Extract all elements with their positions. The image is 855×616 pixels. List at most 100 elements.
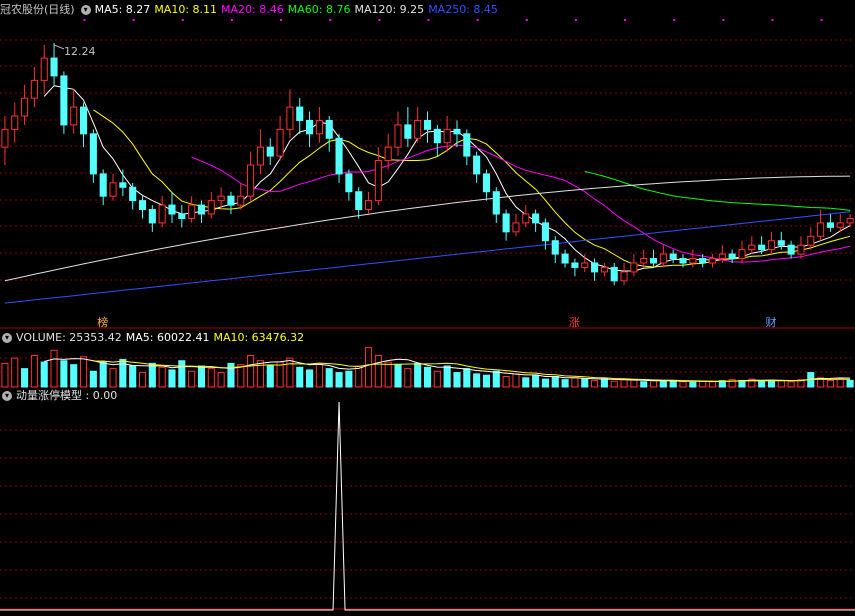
ma5-line bbox=[43, 85, 851, 272]
volume-bar bbox=[247, 355, 255, 388]
candle-body bbox=[217, 195, 225, 202]
ma60-line bbox=[584, 171, 851, 211]
volume-bar bbox=[502, 376, 510, 388]
candle-body bbox=[227, 195, 235, 206]
volume-bar bbox=[89, 370, 97, 388]
volume-bar bbox=[620, 379, 628, 388]
volume-bar bbox=[70, 364, 78, 388]
chevron-down-icon[interactable]: ▾ bbox=[2, 333, 12, 343]
candle-body bbox=[70, 106, 78, 126]
max-price-label: 12.24 bbox=[64, 45, 96, 58]
volume-bar bbox=[1, 362, 9, 388]
volume-bar bbox=[591, 379, 599, 388]
ma10-label: MA10: 8.11 bbox=[154, 3, 218, 16]
volume-ma10-line bbox=[93, 360, 851, 382]
candle-body bbox=[325, 119, 333, 139]
volume-bar bbox=[640, 381, 648, 388]
candle-body bbox=[640, 258, 648, 264]
signal-dot bbox=[624, 19, 627, 21]
candle-body bbox=[296, 106, 304, 121]
candle-body bbox=[620, 271, 628, 282]
chevron-down-icon[interactable]: ▾ bbox=[80, 5, 91, 15]
candle-body bbox=[315, 119, 323, 135]
volume-bar bbox=[699, 380, 707, 388]
volume-bar bbox=[836, 378, 844, 388]
max-price-pointer bbox=[53, 44, 65, 50]
candle-body bbox=[40, 57, 48, 81]
ma60-label: MA60: 8.76 bbox=[287, 3, 351, 16]
candle-body bbox=[610, 266, 618, 282]
candle-body bbox=[188, 204, 196, 219]
chevron-down-icon[interactable]: ▾ bbox=[2, 391, 12, 401]
candle-body bbox=[433, 128, 441, 144]
candle-body bbox=[1, 128, 9, 148]
volume-bar bbox=[482, 374, 491, 388]
candle-body bbox=[99, 173, 107, 197]
ma10-line bbox=[93, 109, 851, 268]
candle-body bbox=[286, 106, 294, 130]
volume-bar bbox=[296, 366, 304, 388]
volume-bar bbox=[188, 370, 196, 388]
candle-body bbox=[512, 222, 520, 233]
event-marker: 涨 bbox=[569, 316, 580, 329]
event-marker: 榜 bbox=[97, 315, 108, 329]
volume-bar bbox=[679, 381, 687, 388]
volume-bar bbox=[11, 357, 19, 388]
candle-body bbox=[817, 222, 825, 237]
signal-dot bbox=[230, 19, 233, 21]
candle-body bbox=[109, 182, 117, 197]
candle-body bbox=[699, 258, 707, 264]
candle-body bbox=[21, 97, 29, 117]
volume-bar bbox=[404, 368, 412, 388]
candle-body bbox=[473, 155, 481, 175]
signal-dot bbox=[427, 19, 430, 21]
volume-bar bbox=[659, 380, 667, 388]
candle-body bbox=[689, 258, 697, 264]
volume-bar bbox=[581, 378, 589, 388]
signal-dot bbox=[329, 19, 332, 21]
volume-bar bbox=[374, 355, 382, 388]
volume-bar bbox=[256, 360, 264, 388]
candle-body bbox=[345, 173, 353, 193]
candle-body bbox=[374, 160, 382, 202]
candle-body bbox=[79, 106, 88, 135]
candle-body bbox=[797, 244, 805, 255]
signal-dot bbox=[378, 19, 381, 21]
candle-body bbox=[767, 240, 776, 251]
volume-bar bbox=[197, 365, 206, 388]
volume-bar bbox=[227, 362, 235, 388]
volume-header: ▾ VOLUME: 25353.42 MA5: 60022.41 MA10: 6… bbox=[0, 331, 308, 345]
volume-bar bbox=[315, 362, 323, 388]
volume-bar bbox=[168, 369, 176, 388]
candle-body bbox=[60, 75, 68, 126]
candle-body bbox=[11, 115, 19, 130]
volume-ma10-label: MA10: 63476.32 bbox=[213, 331, 305, 344]
candle-body bbox=[571, 262, 579, 268]
candle-body bbox=[581, 262, 589, 268]
event-marker: 财 bbox=[765, 315, 776, 329]
volume-bar bbox=[276, 361, 284, 388]
candle-body bbox=[237, 195, 245, 206]
volume-bar bbox=[364, 347, 373, 388]
volume-bar bbox=[453, 372, 461, 388]
volume-bar bbox=[286, 357, 294, 388]
candle-body bbox=[679, 258, 687, 264]
volume-bar bbox=[777, 380, 785, 388]
candle-body bbox=[335, 137, 343, 175]
candle-body bbox=[306, 119, 314, 135]
candle-body bbox=[541, 222, 549, 242]
candle-body bbox=[276, 128, 284, 157]
volume-label: VOLUME: 25353.42 bbox=[16, 331, 122, 344]
candle-body bbox=[728, 253, 736, 260]
volume-bar bbox=[630, 379, 638, 388]
candle-body bbox=[266, 146, 274, 157]
volume-bar bbox=[541, 378, 549, 388]
candle-body bbox=[532, 213, 540, 224]
volume-bar bbox=[512, 373, 520, 388]
ma5-label: MA5: 8.27 bbox=[94, 3, 151, 16]
volume-bar bbox=[99, 361, 107, 388]
candle-body bbox=[158, 204, 166, 224]
candle-body bbox=[649, 258, 658, 264]
candle-body bbox=[364, 200, 373, 211]
volume-bar bbox=[21, 368, 29, 388]
